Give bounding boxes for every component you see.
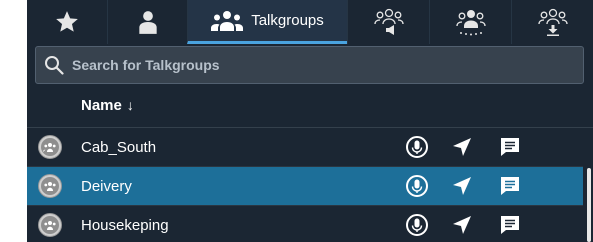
- message-icon[interactable]: [499, 175, 521, 197]
- search-icon: [45, 56, 64, 75]
- tab-talkgroups[interactable]: Talkgroups: [187, 0, 347, 44]
- tab-download-groups[interactable]: [511, 0, 593, 44]
- location-arrow-icon[interactable]: [451, 214, 473, 236]
- search-box[interactable]: [35, 46, 584, 84]
- talkgroup-avatar: [38, 213, 62, 237]
- talkgroup-avatar: [38, 174, 62, 198]
- group-icon: [43, 143, 56, 152]
- message-icon[interactable]: [499, 214, 521, 236]
- tab-broadcast-groups[interactable]: [347, 0, 429, 44]
- sort-descending-icon: ↓: [126, 97, 134, 113]
- talkgroup-row[interactable]: Housekeping: [27, 206, 583, 242]
- talkgroup-name: Housekeping: [81, 216, 169, 234]
- star-icon: [56, 11, 78, 32]
- tab-favorites[interactable]: [27, 0, 107, 44]
- tab-bar: Talkgroups: [27, 0, 593, 44]
- tab-scan-groups[interactable]: [429, 0, 511, 44]
- tab-talkgroups-label: Talkgroups: [251, 12, 324, 29]
- location-arrow-icon[interactable]: [451, 175, 473, 197]
- group-download-icon: [538, 8, 568, 36]
- group-broadcast-icon: [373, 8, 404, 35]
- group-icon: [44, 221, 56, 230]
- group-icon: [211, 10, 244, 31]
- search-input[interactable]: [70, 56, 574, 74]
- name-column-header[interactable]: Name ↓: [81, 94, 134, 116]
- person-icon: [138, 11, 157, 34]
- name-column-label: Name: [81, 96, 122, 114]
- list-scrollbar[interactable]: [587, 168, 591, 242]
- talkgroup-avatar: [38, 135, 62, 159]
- group-scan-icon: [455, 10, 486, 36]
- message-icon[interactable]: [499, 136, 521, 158]
- talkgroups-panel: Talkgroups Search for Talkgroups Name ↓ …: [27, 0, 593, 242]
- microphone-icon[interactable]: [406, 136, 428, 158]
- talkgroup-row-selected[interactable]: Deivery: [27, 167, 583, 205]
- microphone-icon[interactable]: [406, 214, 428, 236]
- microphone-icon[interactable]: [406, 175, 428, 197]
- location-arrow-icon[interactable]: [451, 136, 473, 158]
- talkgroup-row[interactable]: Cab_South: [27, 128, 583, 166]
- talkgroup-name: Cab_South: [81, 138, 157, 156]
- group-icon: [44, 182, 56, 191]
- tab-contacts[interactable]: [107, 0, 187, 44]
- talkgroup-name: Deivery: [81, 177, 132, 195]
